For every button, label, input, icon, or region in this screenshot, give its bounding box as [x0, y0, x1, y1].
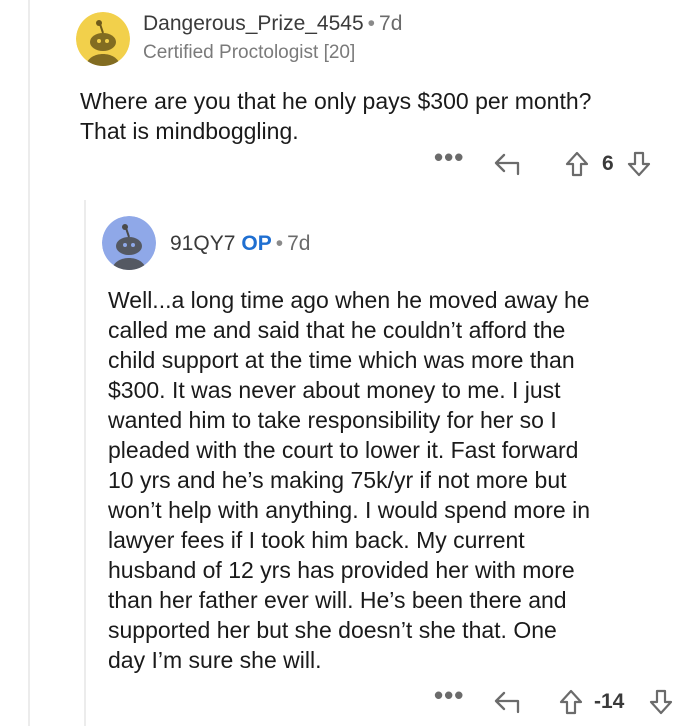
reply-icon[interactable] [492, 688, 522, 721]
snoo-avatar-icon [102, 216, 156, 270]
reply-icon[interactable] [492, 150, 522, 183]
comment-author-line: Dangerous_Prize_4545 • 7d [143, 12, 402, 36]
downvote-icon[interactable] [626, 150, 652, 183]
comment-age: 7d [287, 232, 311, 255]
comment-body: Where are you that he only pays $300 per… [80, 88, 592, 144]
comment-author-line: 91QY7 OP • 7d [170, 232, 310, 256]
upvote-icon[interactable] [558, 688, 584, 721]
comment-body: Well...a long time ago when he moved awa… [108, 287, 591, 673]
separator: • [275, 232, 284, 255]
snoo-avatar-icon [76, 12, 130, 66]
op-badge: OP [241, 232, 272, 255]
separator: • [367, 12, 376, 35]
username[interactable]: 91QY7 [170, 232, 235, 255]
avatar[interactable] [76, 12, 130, 66]
more-options-button[interactable]: ••• [434, 142, 464, 173]
vote-score: -14 [594, 690, 625, 713]
comment-actions: ••• -14 [430, 680, 690, 721]
thread-line [28, 0, 30, 726]
upvote-icon[interactable] [564, 150, 590, 183]
username[interactable]: Dangerous_Prize_4545 [143, 12, 364, 35]
downvote-icon[interactable] [648, 688, 674, 721]
comment-actions: ••• 6 [430, 142, 680, 183]
vote-score: 6 [602, 152, 614, 175]
avatar[interactable] [102, 216, 156, 270]
user-flair: Certified Proctologist [20] [143, 42, 356, 63]
more-options-button[interactable]: ••• [434, 680, 464, 711]
comment-age: 7d [379, 12, 403, 35]
thread-line-nested [84, 200, 86, 726]
